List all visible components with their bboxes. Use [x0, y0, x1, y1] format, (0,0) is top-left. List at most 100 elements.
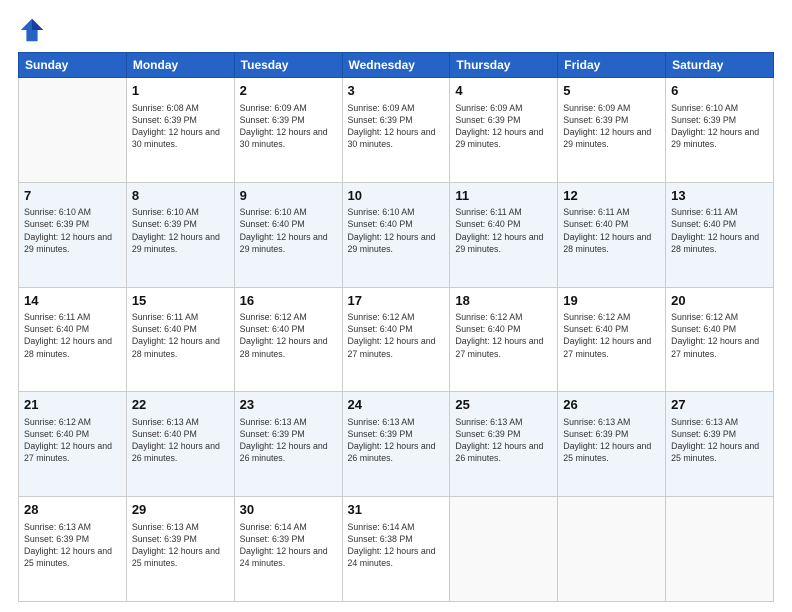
sunset-label: Sunset: 6:40 PM [563, 219, 628, 229]
calendar-week-row: 1 Sunrise: 6:08 AMSunset: 6:39 PMDaylight… [19, 78, 774, 183]
calendar-cell [19, 78, 127, 183]
weekday-header-saturday: Saturday [666, 53, 774, 78]
day-number: 8 [132, 187, 229, 205]
sunset-label: Sunset: 6:39 PM [240, 115, 305, 125]
day-number: 23 [240, 396, 337, 414]
day-info: Sunrise: 6:11 AMSunset: 6:40 PMDaylight:… [455, 206, 552, 255]
daylight-label: Daylight: 12 hours and 28 minutes. [671, 232, 759, 254]
daylight-label: Daylight: 12 hours and 26 minutes. [240, 441, 328, 463]
calendar-cell: 24 Sunrise: 6:13 AMSunset: 6:39 PMDayligh… [342, 392, 450, 497]
sunset-label: Sunset: 6:39 PM [671, 115, 736, 125]
day-number: 2 [240, 82, 337, 100]
sunrise-label: Sunrise: 6:11 AM [563, 207, 629, 217]
sunset-label: Sunset: 6:40 PM [348, 219, 413, 229]
calendar-cell: 21Sunrise: 6:12 AMSunset: 6:40 PMDayligh… [19, 392, 127, 497]
day-info: Sunrise: 6:12 AMSunset: 6:40 PMDaylight:… [455, 311, 552, 360]
sunrise-label: Sunrise: 6:09 AM [240, 103, 307, 113]
weekday-header-thursday: Thursday [450, 53, 558, 78]
daylight-label: Daylight: 12 hours and 29 minutes. [240, 232, 328, 254]
daylight-label: Daylight: 12 hours and 30 minutes. [240, 127, 328, 149]
logo [18, 16, 50, 44]
sunset-label: Sunset: 6:39 PM [132, 219, 197, 229]
day-info: Sunrise: 6:09 AMSunset: 6:39 PMDaylight:… [563, 102, 660, 151]
sunrise-label: Sunrise: 6:13 AM [132, 417, 199, 427]
day-number: 17 [348, 292, 445, 310]
day-info: Sunrise: 6:08 AMSunset: 6:39 PMDaylight:… [132, 102, 229, 151]
sunrise-label: Sunrise: 6:12 AM [24, 417, 91, 427]
daylight-label: Daylight: 12 hours and 29 minutes. [132, 232, 220, 254]
day-info: Sunrise: 6:13 AMSunset: 6:39 PMDaylight:… [240, 416, 337, 465]
weekday-header-friday: Friday [558, 53, 666, 78]
sunrise-label: Sunrise: 6:13 AM [671, 417, 738, 427]
sunrise-label: Sunrise: 6:11 AM [671, 207, 737, 217]
sunrise-label: Sunrise: 6:12 AM [348, 312, 415, 322]
calendar-cell: 28Sunrise: 6:13 AMSunset: 6:39 PMDayligh… [19, 497, 127, 602]
day-number: 13 [671, 187, 768, 205]
day-number: 11 [455, 187, 552, 205]
day-number: 24 [348, 396, 445, 414]
day-info: Sunrise: 6:10 AMSunset: 6:39 PMDaylight:… [671, 102, 768, 151]
calendar-cell [450, 497, 558, 602]
sunset-label: Sunset: 6:39 PM [563, 429, 628, 439]
day-number: 5 [563, 82, 660, 100]
day-info: Sunrise: 6:10 AMSunset: 6:40 PMDaylight:… [240, 206, 337, 255]
sunrise-label: Sunrise: 6:10 AM [348, 207, 415, 217]
day-info: Sunrise: 6:10 AMSunset: 6:39 PMDaylight:… [132, 206, 229, 255]
daylight-label: Daylight: 12 hours and 27 minutes. [24, 441, 112, 463]
sunset-label: Sunset: 6:40 PM [132, 429, 197, 439]
daylight-label: Daylight: 12 hours and 28 minutes. [563, 232, 651, 254]
weekday-header-wednesday: Wednesday [342, 53, 450, 78]
sunset-label: Sunset: 6:40 PM [455, 219, 520, 229]
sunset-label: Sunset: 6:39 PM [24, 219, 89, 229]
calendar-cell: 18Sunrise: 6:12 AMSunset: 6:40 PMDayligh… [450, 287, 558, 392]
daylight-label: Daylight: 12 hours and 26 minutes. [348, 441, 436, 463]
sunrise-label: Sunrise: 6:10 AM [240, 207, 307, 217]
sunrise-label: Sunrise: 6:10 AM [24, 207, 91, 217]
day-info: Sunrise: 6:13 AMSunset: 6:39 PMDaylight:… [671, 416, 768, 465]
day-info: Sunrise: 6:10 AMSunset: 6:39 PMDaylight:… [24, 206, 121, 255]
weekday-header-tuesday: Tuesday [234, 53, 342, 78]
calendar-cell: 6Sunrise: 6:10 AMSunset: 6:39 PMDaylight… [666, 78, 774, 183]
calendar-table: SundayMondayTuesdayWednesdayThursdayFrid… [18, 52, 774, 602]
sunset-label: Sunset: 6:40 PM [24, 429, 89, 439]
day-info: Sunrise: 6:12 AMSunset: 6:40 PMDaylight:… [240, 311, 337, 360]
day-number: 25 [455, 396, 552, 414]
sunset-label: Sunset: 6:40 PM [240, 324, 305, 334]
sunrise-label: Sunrise: 6:12 AM [563, 312, 630, 322]
daylight-label: Daylight: 12 hours and 25 minutes. [132, 546, 220, 568]
day-info: Sunrise: 6:13 AMSunset: 6:39 PMDaylight:… [348, 416, 445, 465]
day-info: Sunrise: 6:12 AM Sunset: 6:40 PM Daylight:… [24, 416, 121, 465]
sunset-label: Sunset: 6:39 PM [24, 534, 89, 544]
daylight-label: Daylight: 12 hours and 28 minutes. [132, 336, 220, 358]
sunrise-label: Sunrise: 6:14 AM [348, 522, 415, 532]
day-number: 29 [132, 501, 229, 519]
calendar-cell: 30Sunrise: 6:14 AMSunset: 6:39 PMDayligh… [234, 497, 342, 602]
weekday-header-row: SundayMondayTuesdayWednesdayThursdayFrid… [19, 53, 774, 78]
calendar-cell: 4Sunrise: 6:09 AMSunset: 6:39 PMDaylight… [450, 78, 558, 183]
daylight-label: Daylight: 12 hours and 25 minutes. [671, 441, 759, 463]
calendar-cell: 7Sunrise: 6:10 AMSunset: 6:39 PMDaylight… [19, 182, 127, 287]
sunrise-label: Sunrise: 6:13 AM [455, 417, 522, 427]
sunset-label: Sunset: 6:39 PM [132, 115, 197, 125]
calendar-cell: 3Sunrise: 6:09 AMSunset: 6:39 PMDaylight… [342, 78, 450, 183]
calendar-cell: 13 Sunrise: 6:11 AM Sunset: 6:40 PM Dayligh… [666, 182, 774, 287]
sunset-label: Sunset: 6:40 PM [671, 219, 736, 229]
sunset-label: Sunset: 6:39 PM [132, 534, 197, 544]
calendar-cell: 9Sunrise: 6:10 AMSunset: 6:40 PMDaylight… [234, 182, 342, 287]
day-number: 22 [132, 396, 229, 414]
day-info: Sunrise: 6:13 AMSunset: 6:39 PMDaylight:… [132, 521, 229, 570]
sunset-label: Sunset: 6:39 PM [348, 115, 413, 125]
calendar-week-row: 28Sunrise: 6:13 AMSunset: 6:39 PMDayligh… [19, 497, 774, 602]
sunrise-label: Sunrise: 6:13 AM [24, 522, 91, 532]
sunset-label: Sunset: 6:39 PM [563, 115, 628, 125]
calendar-cell: 22Sunrise: 6:13 AMSunset: 6:40 PMDayligh… [126, 392, 234, 497]
calendar-cell: 11Sunrise: 6:11 AMSunset: 6:40 PMDayligh… [450, 182, 558, 287]
sunrise-label: Sunrise: 6:13 AM [240, 417, 307, 427]
day-info: Sunrise: 6:14 AMSunset: 6:38 PMDaylight:… [348, 521, 445, 570]
day-number: 1 [132, 82, 229, 100]
sunrise-label: Sunrise: 6:14 AM [240, 522, 307, 532]
daylight-label: Daylight: 12 hours and 24 minutes. [348, 546, 436, 568]
sunrise-label: Sunrise: 6:09 AM [563, 103, 630, 113]
calendar-cell: 1 Sunrise: 6:08 AMSunset: 6:39 PMDaylight… [126, 78, 234, 183]
sunrise-label: Sunrise: 6:12 AM [671, 312, 738, 322]
